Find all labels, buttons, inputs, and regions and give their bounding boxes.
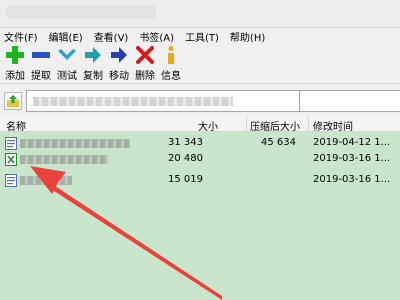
copy-button[interactable]: 复制	[80, 44, 106, 83]
add-label: 添加	[5, 71, 25, 82]
menu-view[interactable]: 查看(V)	[94, 29, 129, 44]
delete-icon	[134, 44, 156, 66]
test-label: 测试	[57, 71, 77, 82]
file-list: 名称 大小 压缩后大小 修改时间 31 343 45 634 2019-04-1…	[0, 116, 400, 300]
column-separator[interactable]	[246, 116, 247, 132]
address-bar	[0, 88, 400, 114]
file-size: 31 343	[168, 137, 203, 148]
up-folder-button[interactable]	[4, 92, 22, 110]
file-modified: 2019-04-12 1...	[313, 137, 391, 148]
move-icon	[108, 44, 130, 66]
extract-button[interactable]: 提取	[28, 44, 54, 83]
file-packed-size: 45 634	[261, 137, 296, 148]
file-size: 15 019	[168, 174, 203, 185]
path-input[interactable]	[26, 90, 300, 112]
column-separator[interactable]	[308, 116, 309, 132]
path-blur	[33, 97, 233, 106]
info-label: 信息	[161, 71, 181, 82]
menu-help[interactable]: 帮助(H)	[230, 29, 265, 44]
menu-file[interactable]: 文件(F)	[4, 29, 38, 44]
test-button[interactable]: 测试	[54, 44, 80, 83]
menu-bookmarks[interactable]: 书签(A)	[139, 29, 174, 44]
add-icon	[4, 44, 26, 66]
menu-edit[interactable]: 编辑(E)	[49, 29, 83, 44]
file-size: 20 480	[168, 153, 203, 164]
toolbar: 添加 提取 测试 复制 移动 删除 信息	[0, 44, 400, 84]
title-blur	[6, 6, 156, 18]
info-button[interactable]: 信息	[158, 44, 184, 83]
move-label: 移动	[109, 71, 129, 82]
menu-bar: 文件(F) 编辑(E) 查看(V) 书签(A) 工具(T) 帮助(H)	[0, 28, 400, 44]
document-icon	[5, 137, 17, 150]
excel-file-icon	[5, 153, 17, 166]
extract-icon	[30, 44, 52, 66]
menu-tools[interactable]: 工具(T)	[185, 29, 219, 44]
copy-icon	[82, 44, 104, 66]
delete-label: 删除	[135, 71, 155, 82]
file-name-blur	[20, 155, 108, 164]
file-name-blur	[20, 139, 130, 148]
list-header: 名称 大小 压缩后大小 修改时间	[0, 116, 400, 133]
file-modified: 2019-03-16 1...	[313, 174, 391, 185]
add-button[interactable]: 添加	[2, 44, 28, 83]
extract-label: 提取	[31, 71, 51, 82]
move-button[interactable]: 移动	[106, 44, 132, 83]
file-row[interactable]: 15 019 2019-03-16 1...	[0, 172, 400, 188]
file-name-blur	[20, 176, 72, 185]
info-icon	[160, 44, 182, 66]
document-icon	[5, 174, 17, 187]
column-size[interactable]: 大小	[198, 118, 218, 133]
path-input-extension	[300, 90, 400, 112]
up-folder-icon	[7, 95, 19, 107]
column-packed[interactable]: 压缩后大小	[250, 118, 300, 133]
file-row[interactable]: 20 480 2019-03-16 1...	[0, 151, 400, 167]
file-row[interactable]: 31 343 45 634 2019-04-12 1...	[0, 135, 400, 151]
test-icon	[56, 44, 78, 66]
title-bar	[0, 0, 400, 28]
column-name[interactable]: 名称	[6, 118, 26, 133]
file-modified: 2019-03-16 1...	[313, 153, 391, 164]
delete-button[interactable]: 删除	[132, 44, 158, 83]
column-modified[interactable]: 修改时间	[313, 118, 353, 133]
copy-label: 复制	[83, 71, 103, 82]
